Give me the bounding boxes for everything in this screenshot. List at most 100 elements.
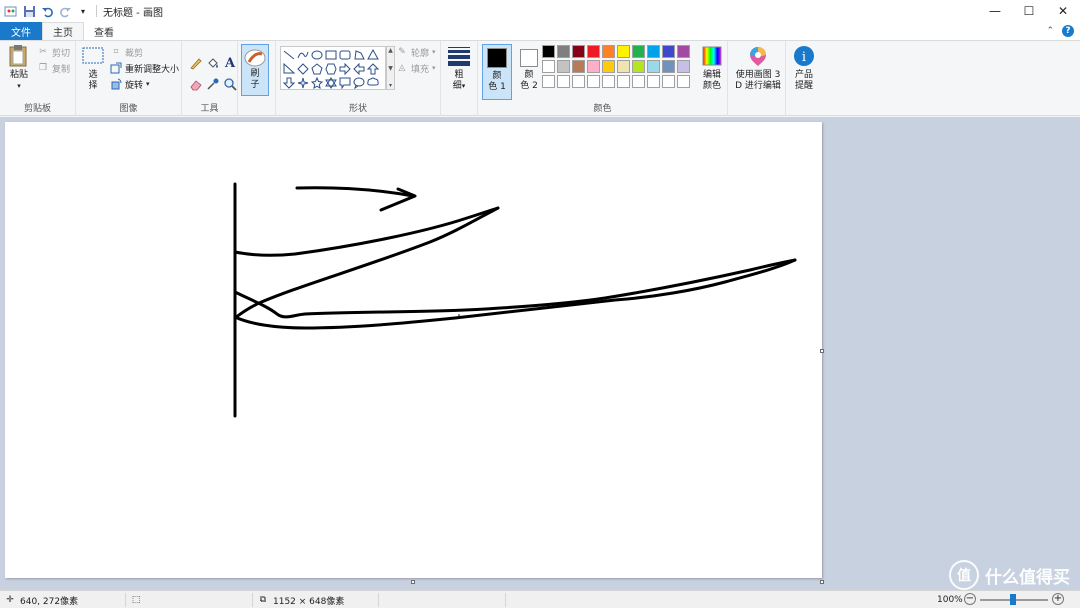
color-picker-icon[interactable] <box>205 76 221 92</box>
paint-app-icon[interactable] <box>4 4 18 18</box>
triangle-icon[interactable] <box>366 48 380 62</box>
palette-color-swatch[interactable] <box>677 45 690 58</box>
palette-color-swatch[interactable] <box>542 75 555 88</box>
palette-color-swatch[interactable] <box>677 60 690 73</box>
cut-button[interactable]: ✂ 剪切 <box>37 45 70 59</box>
rect-callout-icon[interactable] <box>338 76 352 90</box>
right-arrow-icon[interactable] <box>338 62 352 76</box>
resize-button[interactable]: 重新调整大小 <box>110 61 179 75</box>
eraser-icon[interactable] <box>188 76 204 92</box>
magnifier-icon[interactable] <box>222 76 238 92</box>
copy-button[interactable]: ❐ 复制 <box>37 61 70 75</box>
palette-color-swatch[interactable] <box>587 75 600 88</box>
scroll-down-icon[interactable]: ▼ <box>388 65 393 72</box>
paint3d-button[interactable]: 使用画图 3 D 进行编辑 <box>732 44 784 92</box>
palette-color-swatch[interactable] <box>632 75 645 88</box>
undo-icon[interactable] <box>40 4 54 18</box>
palette-color-swatch[interactable] <box>617 45 630 58</box>
help-icon[interactable]: ? <box>1062 25 1074 37</box>
select-button[interactable]: 选 择 <box>80 44 106 92</box>
palette-color-swatch[interactable] <box>587 60 600 73</box>
curve-icon[interactable] <box>296 48 310 62</box>
zoom-slider-thumb[interactable] <box>1010 594 1016 605</box>
polygon-icon[interactable] <box>352 48 366 62</box>
palette-color-swatch[interactable] <box>647 75 660 88</box>
watermark-badge-text: 值 <box>957 568 971 584</box>
palette-color-swatch[interactable] <box>572 45 585 58</box>
paste-button[interactable]: 粘贴 ▾ <box>5 44 33 92</box>
zoom-in-icon[interactable]: + <box>1052 593 1064 605</box>
rounded-rectangle-icon[interactable] <box>338 48 352 62</box>
pencil-icon[interactable] <box>188 55 204 71</box>
palette-color-swatch[interactable] <box>662 75 675 88</box>
line-icon[interactable] <box>282 48 296 62</box>
collapse-ribbon-icon[interactable]: ⌃ <box>1046 26 1054 36</box>
crop-label: 裁剪 <box>125 48 144 59</box>
six-point-star-icon[interactable] <box>324 76 338 90</box>
pentagon-icon[interactable] <box>310 62 324 76</box>
down-arrow-icon[interactable] <box>282 76 296 90</box>
palette-color-swatch[interactable] <box>572 75 585 88</box>
resize-handle-bottom[interactable] <box>411 580 415 584</box>
fill-style-button[interactable]: ◬ 填充 ▾ <box>396 61 436 75</box>
palette-color-swatch[interactable] <box>632 60 645 73</box>
oval-icon[interactable] <box>310 48 324 62</box>
up-arrow-icon[interactable] <box>366 62 380 76</box>
palette-color-swatch[interactable] <box>662 60 675 73</box>
palette-color-swatch[interactable] <box>617 75 630 88</box>
tab-file[interactable]: 文件 <box>0 22 42 40</box>
maximize-icon[interactable]: ☐ <box>1012 0 1046 22</box>
scroll-up-icon[interactable]: ▲ <box>388 47 393 54</box>
tab-view[interactable]: 查看 <box>84 22 124 40</box>
text-icon[interactable]: A <box>222 55 238 71</box>
resize-handle-corner[interactable] <box>820 580 824 584</box>
color1-button[interactable]: 颜 色 1 <box>482 44 512 100</box>
save-icon[interactable] <box>22 4 36 18</box>
tab-home[interactable]: 主页 <box>42 22 84 40</box>
close-icon[interactable]: ✕ <box>1046 0 1080 22</box>
edit-colors-label-1: 编辑 <box>702 70 721 80</box>
outline-button[interactable]: ✎ 轮廓 ▾ <box>396 45 435 59</box>
palette-color-swatch[interactable] <box>557 75 570 88</box>
palette-color-swatch[interactable] <box>542 45 555 58</box>
fill-icon[interactable] <box>205 55 221 71</box>
rotate-button[interactable]: 旋转 ▾ <box>110 77 150 91</box>
palette-color-swatch[interactable] <box>647 45 660 58</box>
palette-color-swatch[interactable] <box>542 60 555 73</box>
cloud-callout-icon[interactable] <box>366 76 380 90</box>
palette-color-swatch[interactable] <box>647 60 660 73</box>
palette-color-swatch[interactable] <box>617 60 630 73</box>
zoom-out-icon[interactable]: − <box>964 593 976 605</box>
diamond-icon[interactable] <box>296 62 310 76</box>
palette-color-swatch[interactable] <box>572 60 585 73</box>
palette-color-swatch[interactable] <box>557 60 570 73</box>
brushes-button[interactable]: 刷 子 <box>241 44 269 96</box>
crop-button[interactable]: ⌗ 裁剪 <box>110 45 143 59</box>
palette-color-swatch[interactable] <box>632 45 645 58</box>
edit-colors-button[interactable]: 编辑 颜色 <box>698 44 726 92</box>
left-arrow-icon[interactable] <box>352 62 366 76</box>
shapes-scrollbar[interactable]: ▲ ▼ ▾ <box>386 46 395 90</box>
customize-icon[interactable]: ▾ <box>76 4 90 18</box>
right-triangle-icon[interactable] <box>282 62 296 76</box>
palette-color-swatch[interactable] <box>662 45 675 58</box>
redo-icon[interactable] <box>58 4 72 18</box>
rectangle-icon[interactable] <box>324 48 338 62</box>
palette-color-swatch[interactable] <box>677 75 690 88</box>
resize-handle-right[interactable] <box>820 349 824 353</box>
color2-button[interactable]: 颜 色 2 <box>514 44 544 100</box>
minimize-icon[interactable]: — <box>978 0 1012 22</box>
four-point-star-icon[interactable] <box>296 76 310 90</box>
expand-icon[interactable]: ▾ <box>389 82 392 89</box>
five-point-star-icon[interactable] <box>310 76 324 90</box>
product-alert-button[interactable]: i 产品 提醒 <box>790 44 818 92</box>
palette-color-swatch[interactable] <box>587 45 600 58</box>
hexagon-icon[interactable] <box>324 62 338 76</box>
palette-color-swatch[interactable] <box>602 45 615 58</box>
drawing-canvas[interactable] <box>5 122 822 578</box>
palette-color-swatch[interactable] <box>602 75 615 88</box>
size-button[interactable]: 粗 细▾ <box>445 44 473 92</box>
palette-color-swatch[interactable] <box>557 45 570 58</box>
oval-callout-icon[interactable] <box>352 76 366 90</box>
palette-color-swatch[interactable] <box>602 60 615 73</box>
